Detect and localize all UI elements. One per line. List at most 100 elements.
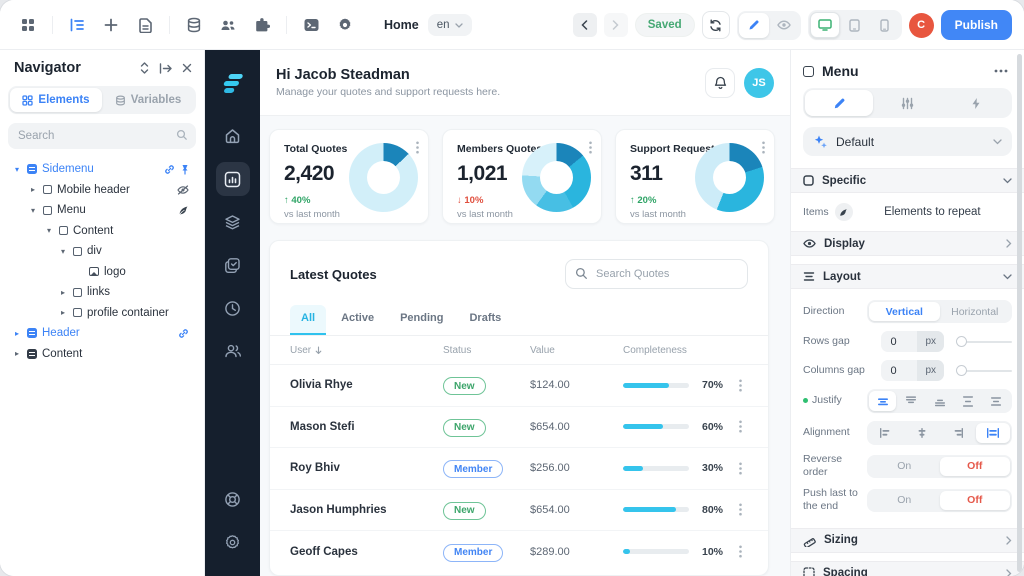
quote-row[interactable]: Geoff Capes Member $289.00 10% <box>270 531 768 573</box>
navigator-tree-icon[interactable] <box>63 11 91 39</box>
justify-center-button[interactable] <box>869 391 896 411</box>
locale-selector[interactable]: en <box>428 14 472 36</box>
plugins-icon[interactable] <box>248 11 276 39</box>
tree-caret-icon[interactable]: ▸ <box>61 308 73 317</box>
push-on-option[interactable]: On <box>869 491 940 510</box>
tree-caret-icon[interactable]: ▾ <box>15 165 27 174</box>
edit-mode-button[interactable] <box>739 13 769 38</box>
items-value[interactable]: Elements to repeat <box>853 206 1012 218</box>
section-sizing[interactable]: Sizing <box>791 528 1024 553</box>
quote-row[interactable]: Jason Humphries New $654.00 80% <box>270 490 768 532</box>
row-kebab-menu-icon[interactable] <box>732 420 748 433</box>
inspector-scrollbar[interactable] <box>1017 54 1022 572</box>
items-edit-button[interactable] <box>835 203 853 221</box>
tree-row[interactable]: ▾ Sidemenu <box>8 159 196 180</box>
section-display[interactable]: Display <box>791 231 1024 256</box>
quote-row[interactable]: Olivia Rhye New $124.00 70% <box>270 365 768 407</box>
desktop-device-button[interactable] <box>810 12 840 38</box>
settings-icon[interactable] <box>331 11 359 39</box>
tree-row[interactable]: ▸ Content <box>8 344 196 365</box>
tree-row[interactable]: ▸ Header <box>8 323 196 344</box>
console-icon[interactable] <box>297 11 325 39</box>
direction-horizontal-option[interactable]: Horizontal <box>940 302 1011 321</box>
style-selector[interactable]: Default <box>803 127 1012 156</box>
database-icon[interactable] <box>180 11 208 39</box>
tree-row[interactable]: logo <box>8 262 196 283</box>
tab-elements[interactable]: Elements <box>10 88 102 112</box>
section-specific[interactable]: Specific <box>791 168 1024 193</box>
preview-layers-icon[interactable] <box>216 205 250 239</box>
slider-knob[interactable] <box>956 336 967 347</box>
row-kebab-menu-icon[interactable] <box>732 545 748 558</box>
slider-knob[interactable] <box>956 365 967 376</box>
tree-caret-icon[interactable]: ▸ <box>31 185 43 194</box>
preview-history-icon[interactable] <box>216 291 250 325</box>
account-avatar[interactable]: C <box>909 13 934 38</box>
dock-panel-icon[interactable] <box>159 63 172 74</box>
align-stretch-button[interactable] <box>976 423 1011 443</box>
page-title[interactable]: Home <box>384 18 419 32</box>
quote-row[interactable]: Roy Bhiv Member $256.00 30% <box>270 448 768 490</box>
tree-caret-icon[interactable]: ▾ <box>47 226 59 235</box>
redo-button[interactable] <box>604 13 628 37</box>
rows-gap-value[interactable]: 0 <box>881 336 917 348</box>
preview-dashboard-icon[interactable] <box>216 162 250 196</box>
column-user[interactable]: User <box>290 345 311 356</box>
rows-gap-slider[interactable] <box>958 341 1012 343</box>
tree-row[interactable]: ▾ Menu <box>8 200 196 221</box>
preview-user-avatar[interactable]: JS <box>744 68 774 98</box>
undo-button[interactable] <box>573 13 597 37</box>
tree-row[interactable]: ▸ Mobile header <box>8 180 196 201</box>
quotes-tab[interactable]: Drafts <box>458 305 512 335</box>
collapse-expand-icon[interactable] <box>140 62 149 74</box>
rows-gap-unit[interactable]: px <box>917 331 944 352</box>
section-spacing[interactable]: Spacing <box>791 561 1024 576</box>
stat-card[interactable]: Members Quotes 1,021 ↓ 10% vs last month <box>442 129 602 224</box>
justify-end-button[interactable] <box>926 391 953 411</box>
align-left-button[interactable] <box>869 423 904 443</box>
justify-around-button[interactable] <box>983 391 1010 411</box>
justify-between-button[interactable] <box>954 391 981 411</box>
row-kebab-menu-icon[interactable] <box>732 379 748 392</box>
push-off-option[interactable]: Off <box>940 491 1011 510</box>
preview-settings-icon[interactable] <box>216 525 250 559</box>
quotes-tab[interactable]: All <box>290 305 326 335</box>
column-status[interactable]: Status <box>443 345 530 356</box>
tree-row[interactable]: ▸ links <box>8 282 196 303</box>
notifications-button[interactable] <box>705 68 735 98</box>
reverse-off-option[interactable]: Off <box>940 457 1011 476</box>
quote-row[interactable]: Mason Stefi New $654.00 60% <box>270 407 768 449</box>
quotes-tab[interactable]: Pending <box>389 305 454 335</box>
columns-gap-unit[interactable]: px <box>917 360 944 381</box>
quotes-tab[interactable]: Active <box>330 305 385 335</box>
sync-button[interactable] <box>702 11 730 39</box>
kebab-menu-icon[interactable] <box>589 141 592 154</box>
align-right-button[interactable] <box>940 423 975 443</box>
tree-caret-icon[interactable]: ▾ <box>31 206 43 215</box>
preview-tasks-icon[interactable] <box>216 248 250 282</box>
add-element-icon[interactable] <box>97 11 125 39</box>
tree-caret-icon[interactable]: ▸ <box>61 288 73 297</box>
mobile-device-button[interactable] <box>870 12 900 38</box>
preview-support-icon[interactable] <box>216 482 250 516</box>
tab-variables[interactable]: Variables <box>102 88 194 112</box>
stat-card[interactable]: Support Requests 311 ↑ 20% vs last month <box>615 129 775 224</box>
justify-start-button[interactable] <box>897 391 924 411</box>
column-value[interactable]: Value <box>530 345 623 356</box>
tree-row[interactable]: ▾ Content <box>8 221 196 242</box>
tab-interactions[interactable] <box>942 90 1010 116</box>
stat-card[interactable]: Total Quotes 2,420 ↑ 40% vs last month <box>269 129 429 224</box>
rows-gap-input[interactable]: 0 px <box>881 331 944 352</box>
direction-vertical-option[interactable]: Vertical <box>869 302 940 321</box>
members-icon[interactable] <box>214 11 242 39</box>
apps-grid-icon[interactable] <box>14 11 42 39</box>
kebab-menu-icon[interactable] <box>416 141 419 154</box>
tree-row[interactable]: ▸ profile container <box>8 303 196 324</box>
preview-mode-button[interactable] <box>769 13 799 38</box>
more-options-icon[interactable] <box>994 69 1008 73</box>
row-kebab-menu-icon[interactable] <box>732 462 748 475</box>
publish-button[interactable]: Publish <box>941 10 1012 40</box>
tab-style[interactable] <box>805 90 873 116</box>
column-completeness[interactable]: Completeness <box>623 345 732 356</box>
columns-gap-slider[interactable] <box>958 370 1012 372</box>
